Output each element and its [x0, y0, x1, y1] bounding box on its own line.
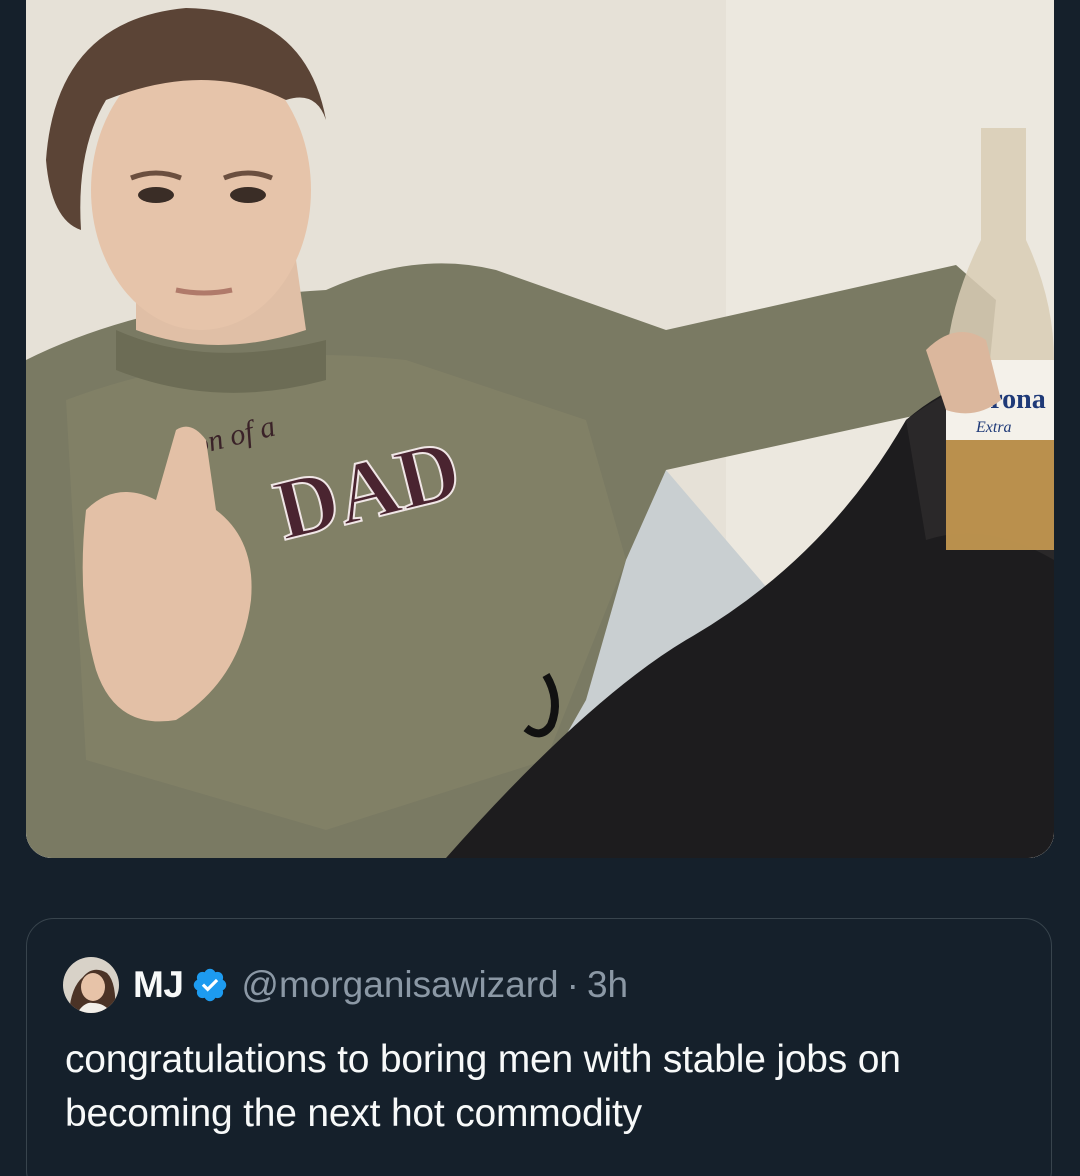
profile-avatar-icon — [63, 957, 119, 1013]
tweet-media-photo[interactable]: on of a DAD Corona — [26, 0, 1054, 858]
quoted-tweet-text: congratulations to boring men with stabl… — [65, 1038, 901, 1135]
verified-badge-icon — [191, 966, 229, 1004]
timestamp[interactable]: 3h — [587, 964, 628, 1006]
tweet-screen: on of a DAD Corona — [0, 0, 1080, 1176]
separator-dot: · — [566, 964, 579, 1005]
quoted-tweet-card[interactable]: MJ @morganisawizard · 3h congratulations… — [26, 918, 1052, 1176]
quoted-tweet-header: MJ @morganisawizard · 3h — [63, 957, 628, 1013]
photo-illustration: on of a DAD Corona — [26, 0, 1054, 858]
display-name[interactable]: MJ — [133, 964, 184, 1006]
avatar[interactable] — [63, 957, 119, 1013]
bottle-label-sub: Extra — [975, 419, 1012, 436]
user-handle[interactable]: @morganisawizard — [241, 964, 558, 1006]
